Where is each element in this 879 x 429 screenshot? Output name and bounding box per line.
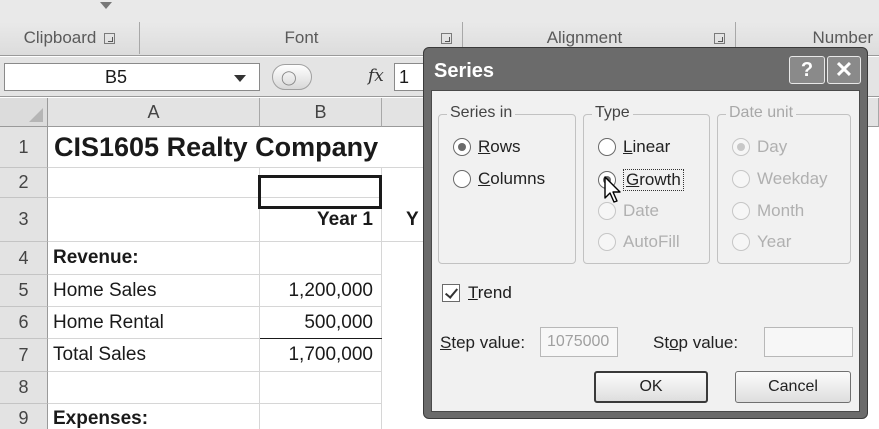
row-header-2[interactable]: 2: [0, 168, 48, 198]
cell-b2[interactable]: [260, 168, 382, 198]
total-underline: [260, 338, 382, 339]
ribbon-group-font: Font: [141, 22, 463, 54]
row-header-9[interactable]: 9: [0, 404, 48, 429]
cell-b9[interactable]: [260, 404, 382, 429]
ribbon-group-label: Font: [284, 28, 319, 47]
step-value-label: Step value:: [440, 333, 526, 352]
autofill-label: AutoFill: [623, 232, 680, 251]
paste-dropdown-arrow-icon[interactable]: [100, 2, 112, 9]
formula-bar-toggle-button[interactable]: ◯: [272, 64, 312, 90]
columns-radio[interactable]: [453, 170, 471, 188]
cell-a3[interactable]: [48, 198, 260, 242]
row-header-1[interactable]: 1: [0, 127, 48, 168]
date-unit-month-option[interactable]: Month: [732, 201, 804, 221]
trend-checkbox[interactable]: [442, 284, 460, 302]
day-radio[interactable]: [732, 138, 750, 156]
linear-radio[interactable]: [598, 138, 616, 156]
date-unit-group: Date unit Day Weekday Month Year: [717, 104, 851, 264]
clipboard-launcher-icon[interactable]: [104, 32, 116, 44]
cell-a4[interactable]: Revenue:: [48, 242, 260, 275]
alignment-launcher-icon[interactable]: [714, 32, 725, 44]
trend-label: Trend: [468, 283, 512, 302]
date-unit-year-option[interactable]: Year: [732, 232, 791, 252]
series-in-group: Series in Rows Columns: [438, 104, 576, 264]
row-header-3[interactable]: 3: [0, 198, 48, 242]
type-legend: Type: [592, 104, 633, 122]
cell-a6[interactable]: Home Rental: [48, 307, 260, 339]
series-in-rows-option[interactable]: Rows: [453, 137, 521, 157]
weekday-radio[interactable]: [732, 170, 750, 188]
cancel-button[interactable]: Cancel: [735, 371, 851, 403]
month-label: Month: [757, 201, 805, 220]
insert-function-icon[interactable]: fx: [368, 66, 384, 86]
stop-value-input[interactable]: [764, 327, 853, 357]
day-label: Day: [757, 137, 788, 156]
cell-a2[interactable]: [48, 168, 260, 198]
circle-icon: ◯: [281, 68, 297, 85]
growth-label: Growth: [623, 169, 684, 191]
help-icon: ?: [800, 58, 814, 81]
rows-radio[interactable]: [453, 138, 471, 156]
help-button[interactable]: ?: [789, 56, 825, 84]
ribbon-group-clipboard: Clipboard: [0, 22, 140, 54]
row-header-5[interactable]: 5: [0, 275, 48, 307]
weekday-label: Weekday: [757, 169, 828, 188]
row-header-7[interactable]: 7: [0, 339, 48, 372]
ribbon-group-label: Alignment: [546, 28, 623, 47]
cell-a5[interactable]: Home Sales: [48, 275, 260, 307]
type-autofill-option[interactable]: AutoFill: [598, 232, 680, 252]
name-box[interactable]: B5: [4, 63, 260, 91]
cell-b8[interactable]: [260, 372, 382, 404]
font-launcher-icon[interactable]: [441, 32, 452, 44]
cell-b3[interactable]: Year 1: [260, 198, 382, 242]
year-radio[interactable]: [732, 233, 750, 251]
year-label: Year: [757, 232, 792, 251]
column-header-a[interactable]: A: [48, 98, 260, 127]
cell-c3[interactable]: Y: [382, 198, 424, 242]
name-box-value: B5: [105, 66, 128, 87]
close-button[interactable]: ✕: [827, 56, 861, 84]
stop-value-label: Stop value:: [653, 333, 739, 352]
date-unit-legend: Date unit: [726, 104, 797, 122]
type-group: Type Linear Growth Date AutoFill: [583, 104, 710, 264]
row-header-4[interactable]: 4: [0, 242, 48, 275]
cell-b5[interactable]: 1,200,000: [260, 275, 382, 307]
type-linear-option[interactable]: Linear: [598, 137, 670, 157]
row-header-8[interactable]: 8: [0, 372, 48, 404]
rows-label: Rows: [478, 137, 521, 156]
cell-a7[interactable]: Total Sales: [48, 339, 260, 372]
autofill-radio[interactable]: [598, 233, 616, 251]
row-header-6[interactable]: 6: [0, 307, 48, 339]
column-header-b[interactable]: B: [260, 98, 382, 127]
month-radio[interactable]: [732, 202, 750, 220]
cell-b6[interactable]: 500,000: [260, 307, 382, 339]
cell-b7[interactable]: 1,700,000: [260, 339, 382, 372]
dialog-title: Series: [434, 60, 495, 82]
date-unit-day-option[interactable]: Day: [732, 137, 787, 157]
series-in-legend: Series in: [447, 104, 516, 122]
cell-a9[interactable]: Expenses:: [48, 404, 260, 429]
close-icon: ✕: [834, 57, 854, 82]
ribbon-commands-strip: [0, 0, 879, 22]
cell-a1[interactable]: CIS1605 Realty Company: [48, 127, 488, 168]
series-in-columns-option[interactable]: Columns: [453, 169, 545, 189]
name-box-dropdown-icon[interactable]: [234, 75, 246, 82]
linear-label: Linear: [623, 137, 671, 156]
date-unit-weekday-option[interactable]: Weekday: [732, 169, 828, 189]
cell-b4[interactable]: [260, 242, 382, 275]
series-dialog: Series ? ✕ Series in Rows Columns Type L…: [423, 47, 868, 419]
dialog-body: Series in Rows Columns Type Linear Growt…: [431, 90, 860, 412]
columns-label: Columns: [478, 169, 546, 188]
trend-option[interactable]: Trend: [442, 283, 512, 303]
mouse-pointer-icon: [604, 176, 621, 203]
date-label: Date: [623, 201, 659, 220]
cell-a8[interactable]: [48, 372, 260, 404]
ribbon-group-label: Number: [812, 28, 873, 47]
ok-button[interactable]: OK: [594, 371, 708, 403]
ribbon-group-label: Clipboard: [23, 28, 97, 47]
step-value-input[interactable]: 1075000: [540, 327, 618, 357]
select-all-button[interactable]: [0, 98, 48, 127]
